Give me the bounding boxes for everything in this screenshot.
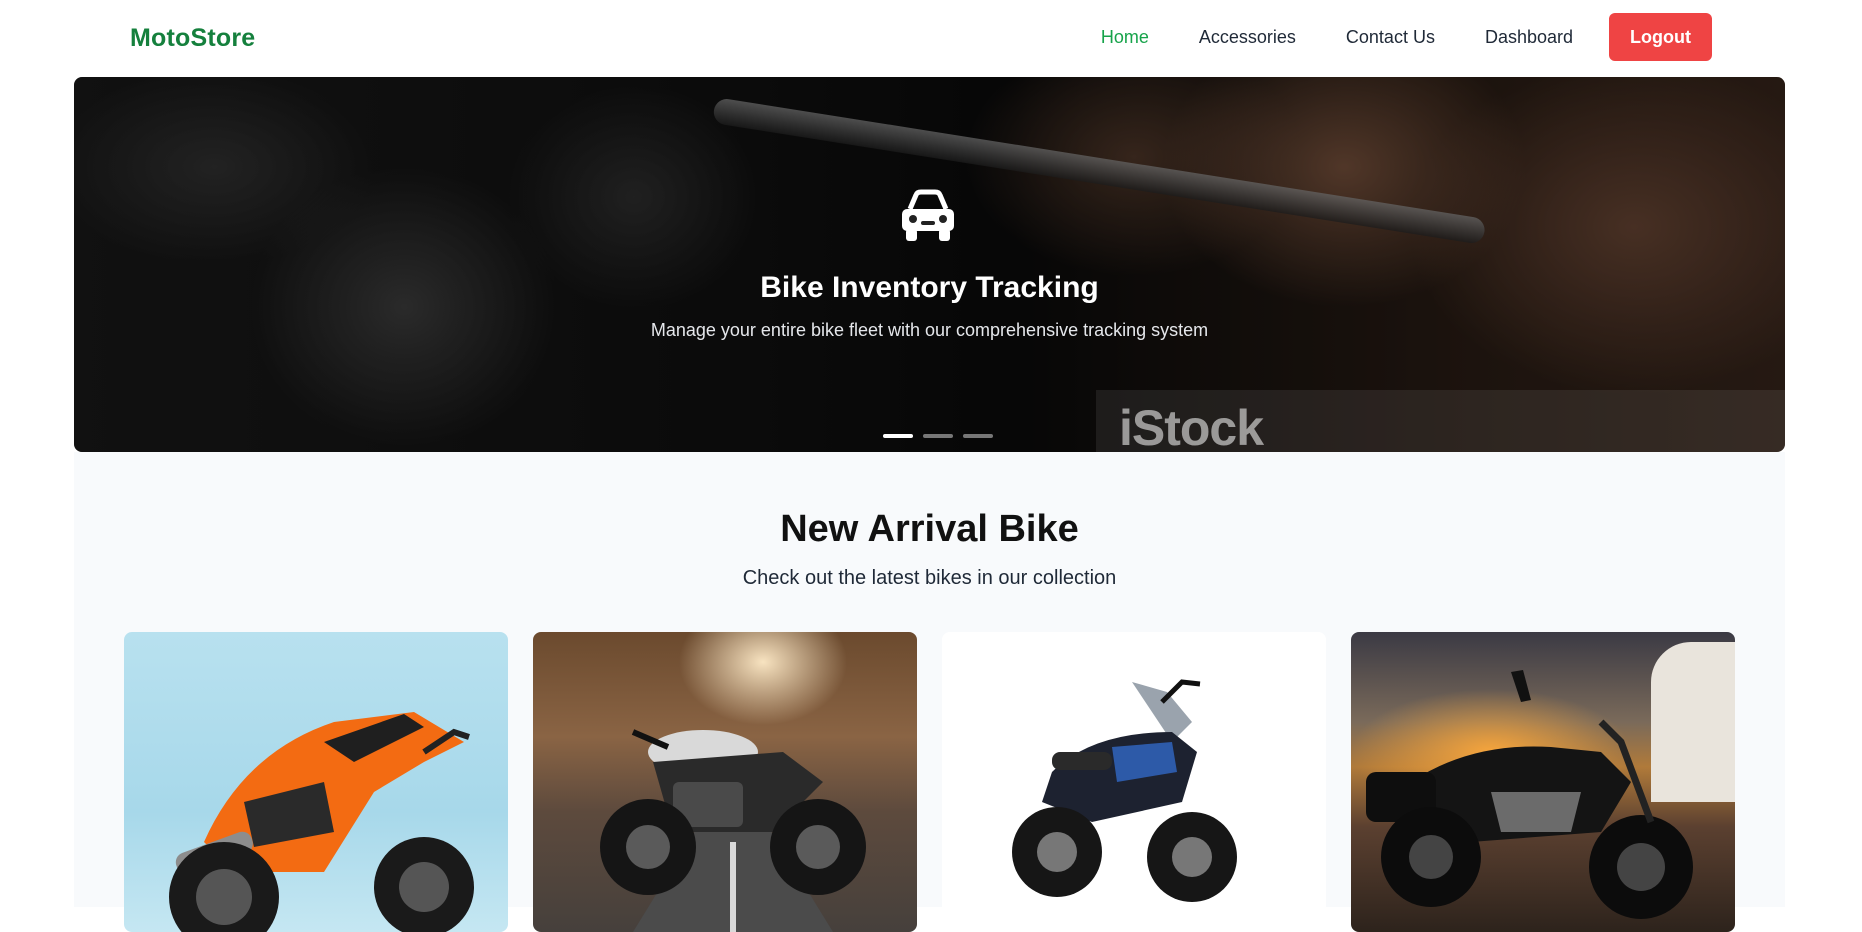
sport-bike-illustration <box>169 712 474 932</box>
carousel-indicators <box>883 434 1003 438</box>
bike-card[interactable] <box>533 632 917 932</box>
bike-image-cruiser <box>1351 632 1735 932</box>
cruiser-illustration <box>1366 670 1693 919</box>
brand-logo[interactable]: MotoStore <box>130 24 255 53</box>
nav-link-contact-us[interactable]: Contact Us <box>1346 27 1435 48</box>
bike-card[interactable] <box>1351 632 1735 932</box>
hero-subtitle: Manage your entire bike fleet with our c… <box>650 320 1209 340</box>
bike-image-orange-sport <box>124 632 508 932</box>
nav-link-accessories[interactable]: Accessories <box>1199 27 1296 48</box>
nav-links: Home Accessories Contact Us Dashboard Lo… <box>1051 13 1712 61</box>
bike-image-cafe-racer <box>533 632 917 932</box>
carousel-dot-1[interactable] <box>883 434 913 438</box>
hero-carousel: iStock Bike Inventory Tracking Manage yo… <box>74 77 1785 452</box>
car-icon <box>902 189 954 241</box>
carousel-dot-3[interactable] <box>963 434 993 438</box>
street-bike-illustration <box>1012 679 1237 902</box>
nav-link-dashboard[interactable]: Dashboard <box>1485 27 1573 48</box>
cafe-racer-illustration <box>600 729 866 895</box>
logout-button[interactable]: Logout <box>1609 13 1712 61</box>
hero-title: Bike Inventory Tracking <box>760 271 1099 304</box>
carousel-dot-2[interactable] <box>923 434 953 438</box>
section-title: New Arrival Bike <box>780 508 1079 550</box>
section-subtitle: Check out the latest bikes in our collec… <box>742 567 1117 589</box>
hero-content: Bike Inventory Tracking Manage your enti… <box>74 77 1785 452</box>
new-arrivals-section: New Arrival Bike Check out the latest bi… <box>74 452 1785 932</box>
nav-link-home[interactable]: Home <box>1101 27 1149 48</box>
bike-card[interactable] <box>942 632 1326 932</box>
navbar: MotoStore Home Accessories Contact Us Da… <box>0 0 1862 77</box>
bike-image-street-bike <box>942 632 1326 932</box>
bike-card[interactable] <box>124 632 508 932</box>
